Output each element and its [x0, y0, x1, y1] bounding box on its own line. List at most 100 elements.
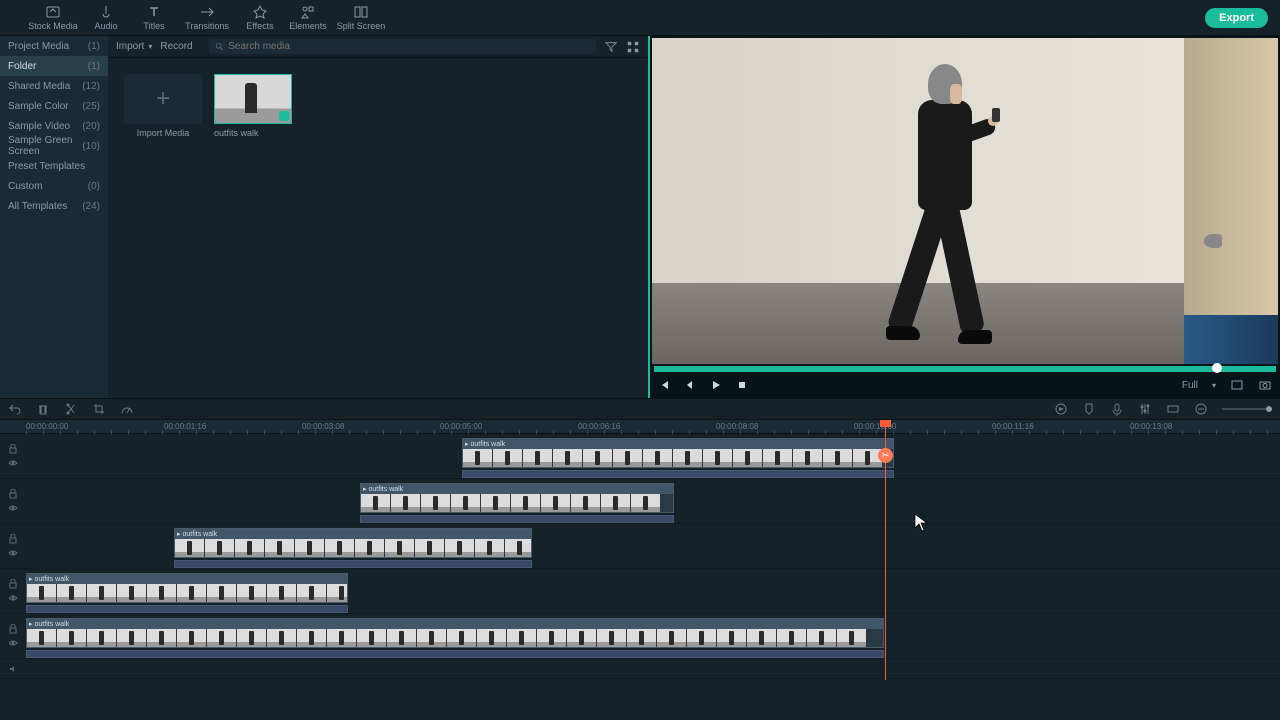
playhead-cut-handle[interactable]: ✂ — [878, 448, 893, 463]
preview-viewport[interactable] — [652, 38, 1278, 364]
audio-track[interactable] — [0, 659, 1280, 679]
audio-clip[interactable] — [360, 515, 674, 523]
audio-clip[interactable] — [26, 605, 348, 613]
preview-panel: Full ▾ — [648, 36, 1280, 398]
track-body[interactable]: ▸outfits walk — [26, 569, 1280, 613]
eye-icon[interactable] — [8, 593, 18, 603]
zoom-slider-handle[interactable] — [1266, 406, 1272, 412]
sidebar-item-count: (10) — [82, 141, 100, 152]
tab-titles[interactable]: Titles — [130, 0, 178, 36]
track-controls — [0, 434, 26, 478]
playhead[interactable]: ✂ — [885, 420, 886, 680]
lock-icon[interactable] — [8, 489, 18, 499]
tab-media[interactable] — [4, 0, 24, 36]
grid-view-icon[interactable] — [626, 40, 640, 54]
export-button[interactable]: Export — [1205, 8, 1268, 28]
scrubber-handle[interactable] — [1212, 363, 1222, 373]
record-dropdown[interactable]: Record — [160, 41, 192, 52]
marker-icon[interactable] — [1082, 402, 1096, 416]
track-body[interactable]: ▸outfits walk — [26, 524, 1280, 568]
video-clip[interactable]: ▸outfits walk — [360, 483, 674, 513]
lock-icon[interactable] — [8, 444, 18, 454]
zoom-slider[interactable] — [1222, 408, 1272, 410]
main-area: Project Media(1)Folder(1)Shared Media(12… — [0, 36, 1280, 398]
aspect-ratio-icon[interactable] — [1230, 378, 1244, 392]
playhead-marker[interactable] — [880, 420, 891, 427]
sidebar-item-count: (12) — [82, 81, 100, 92]
mouse-cursor — [914, 513, 928, 533]
ruler-timestamp: 00:00:05:00 — [440, 422, 482, 431]
eye-icon[interactable] — [8, 548, 18, 558]
track-body[interactable]: ▸outfits walk — [26, 434, 1280, 478]
sidebar-item-count: (20) — [82, 121, 100, 132]
sidebar-item-count: (25) — [82, 101, 100, 112]
eye-icon[interactable] — [8, 638, 18, 648]
track-body[interactable]: ▸outfits walk — [26, 479, 1280, 523]
sidebar-item-8[interactable]: All Templates(24) — [0, 196, 108, 216]
sidebar-item-4[interactable]: Sample Video (20) — [0, 116, 108, 136]
eye-icon[interactable] — [8, 503, 18, 513]
track-body[interactable]: Freeze Frame ▸outfits walk — [26, 614, 1280, 658]
video-clip[interactable]: Freeze Frame ▸outfits walk — [26, 618, 884, 648]
filter-icon[interactable] — [604, 40, 618, 54]
sidebar-item-label: Folder — [8, 61, 36, 72]
crop-icon[interactable] — [92, 402, 106, 416]
sidebar-item-label: Project Media — [8, 41, 69, 52]
stop-button[interactable] — [736, 379, 748, 391]
prev-frame-button[interactable] — [658, 379, 670, 391]
snapshot-icon[interactable] — [1258, 378, 1272, 392]
sidebar-item-6[interactable]: Preset Templates — [0, 156, 108, 176]
delete-icon[interactable] — [36, 402, 50, 416]
render-icon[interactable] — [1054, 402, 1068, 416]
lock-icon[interactable] — [8, 579, 18, 589]
split-icon[interactable] — [64, 402, 78, 416]
tab-elements[interactable]: Elements — [284, 0, 332, 36]
media-thumbnail[interactable]: outfits walk — [214, 74, 292, 138]
video-clip[interactable]: ▸outfits walk — [174, 528, 532, 558]
step-back-button[interactable] — [684, 379, 696, 391]
timeline-ruler[interactable]: 00:00:00:0000:00:01:1600:00:03:0800:00:0… — [0, 420, 1280, 434]
zoom-out-icon[interactable] — [1194, 402, 1208, 416]
play-button[interactable] — [710, 379, 722, 391]
audio-clip[interactable] — [26, 650, 884, 658]
lock-icon[interactable] — [8, 624, 18, 634]
audio-icon — [98, 4, 114, 20]
clip-header: ▸outfits walk — [175, 529, 531, 539]
speed-icon[interactable] — [120, 402, 134, 416]
sidebar-item-label: Sample Video — [8, 121, 70, 132]
video-track-3: ▸outfits walk — [0, 569, 1280, 614]
sidebar-item-1[interactable]: Folder(1) — [0, 56, 108, 76]
lock-icon[interactable] — [8, 534, 18, 544]
thumbnail-label: outfits walk — [214, 128, 292, 138]
import-media-tile[interactable]: + — [124, 74, 202, 124]
video-clip[interactable]: ▸outfits walk — [462, 438, 894, 468]
tab-stock-media[interactable]: Stock Media — [24, 0, 82, 36]
sidebar-item-count: (0) — [88, 181, 100, 192]
media-header: Import ▾ Record — [108, 36, 648, 58]
sidebar-item-3[interactable]: Sample Color(25) — [0, 96, 108, 116]
voiceover-icon[interactable] — [1110, 402, 1124, 416]
mixer-icon[interactable] — [1138, 402, 1152, 416]
clip-header: ▸outfits walk — [463, 439, 893, 449]
video-clip[interactable]: ▸outfits walk — [26, 573, 348, 603]
search-input[interactable] — [228, 41, 590, 52]
preview-scrubber[interactable] — [654, 366, 1276, 372]
quality-dropdown[interactable]: Full — [1182, 380, 1198, 391]
sidebar-item-0[interactable]: Project Media(1) — [0, 36, 108, 56]
tab-split-screen[interactable]: Split Screen — [332, 0, 390, 36]
sidebar-item-7[interactable]: Custom(0) — [0, 176, 108, 196]
zoom-fit-icon[interactable] — [1166, 402, 1180, 416]
tab-audio[interactable]: Audio — [82, 0, 130, 36]
audio-clip[interactable] — [174, 560, 532, 568]
undo-icon[interactable] — [8, 402, 22, 416]
tab-effects[interactable]: Effects — [236, 0, 284, 36]
eye-icon[interactable] — [8, 458, 18, 468]
timeline: 00:00:00:0000:00:01:1600:00:03:0800:00:0… — [0, 420, 1280, 720]
speaker-icon[interactable] — [8, 664, 18, 674]
import-dropdown[interactable]: Import ▾ — [116, 41, 152, 52]
audio-clip[interactable] — [462, 470, 894, 478]
search-box[interactable] — [209, 39, 596, 54]
sidebar-item-5[interactable]: Sample Green Screen(10) — [0, 136, 108, 156]
tab-transitions[interactable]: Transitions — [178, 0, 236, 36]
sidebar-item-2[interactable]: Shared Media(12) — [0, 76, 108, 96]
